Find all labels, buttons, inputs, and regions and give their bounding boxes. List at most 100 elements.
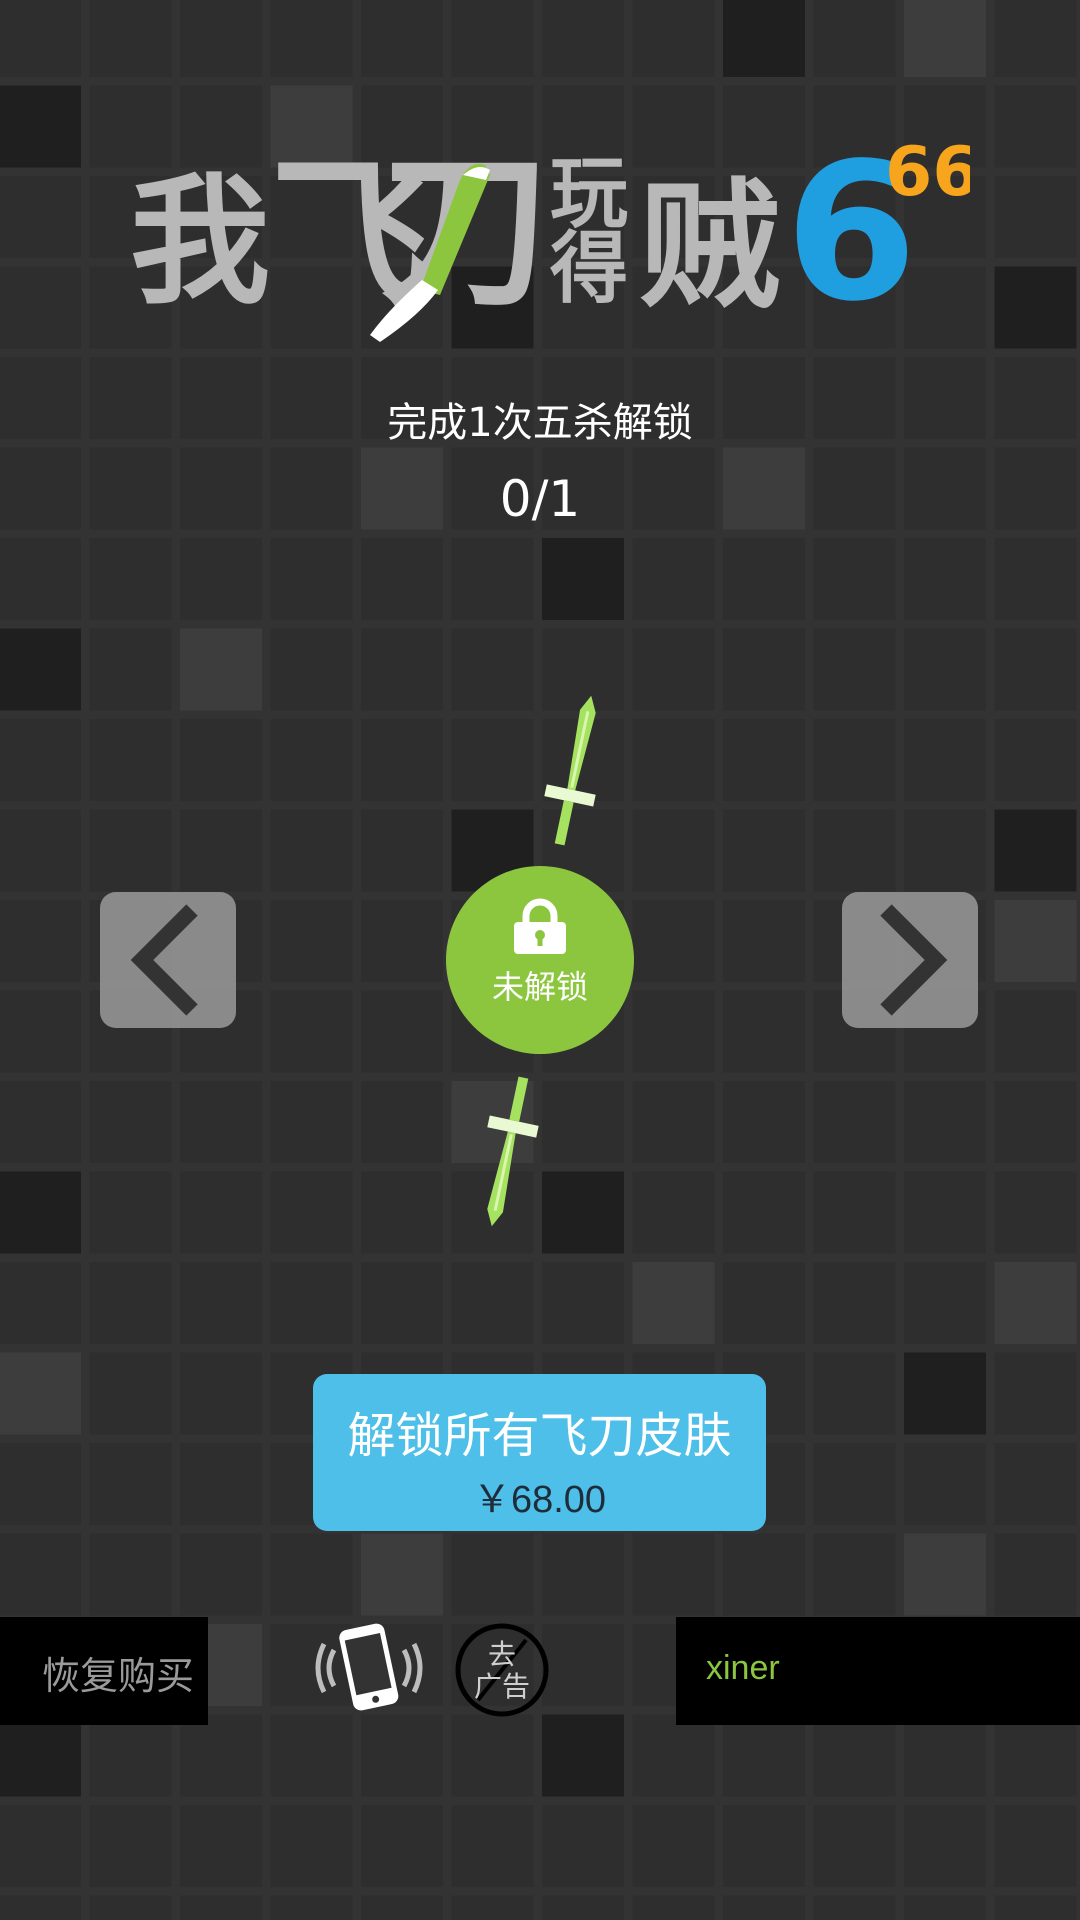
grid-tile [180, 719, 262, 801]
grid-tile [994, 628, 1077, 711]
unlock-all-price: ￥68.00 [472, 1479, 607, 1521]
skin-lock-badge: 未解锁 [446, 866, 634, 1054]
grid-tile [0, 0, 81, 77]
grid-tile [632, 719, 715, 801]
grid-tile [723, 1714, 805, 1797]
unlock-all-title: 解锁所有飞刀皮肤 [347, 1408, 732, 1464]
grid-tile [632, 1714, 715, 1797]
grid-tile [994, 900, 1077, 982]
grid-tile [180, 628, 262, 711]
player-info-panel: xiner [676, 1617, 1080, 1725]
grid-tile [0, 809, 81, 892]
restore-purchase-button[interactable]: 恢复购买 [0, 1617, 208, 1725]
remove-ads-button[interactable]: 去 广告 [454, 1622, 550, 1718]
grid-tile [904, 1352, 986, 1435]
grid-tile [813, 719, 896, 801]
grid-tile [542, 1624, 624, 1706]
grid-tile [632, 1081, 715, 1163]
grid-tile [904, 1895, 986, 1920]
grid-tile [632, 990, 715, 1073]
grid-tile [723, 990, 805, 1073]
grid-tile [451, 1805, 534, 1887]
grid-tile [361, 990, 443, 1073]
grid-tile [813, 1533, 896, 1616]
grid-tile [89, 0, 172, 77]
grid-tile [89, 809, 172, 892]
grid-tile [89, 1895, 172, 1920]
grid-tile [451, 628, 534, 711]
grid-tile [994, 1895, 1077, 1920]
grid-tile [813, 1443, 896, 1525]
grid-tile [0, 719, 81, 801]
grid-tile [994, 266, 1077, 349]
grid-tile [632, 900, 715, 982]
grid-tile [904, 628, 986, 711]
grid-tile [361, 538, 443, 620]
grid-tile [632, 1262, 715, 1344]
grid-tile [632, 809, 715, 892]
grid-tile [904, 1081, 986, 1163]
grid-tile [994, 990, 1077, 1073]
grid-tile [180, 1895, 262, 1920]
chevron-left-icon [130, 904, 198, 1016]
grid-tile [904, 1443, 986, 1525]
grid-tile [0, 628, 81, 711]
grid-tile [180, 1171, 262, 1254]
grid-tile [904, 0, 986, 77]
grid-tile [542, 0, 624, 77]
grid-tile [0, 538, 81, 620]
grid-tile [994, 1171, 1077, 1254]
grid-tile [361, 1805, 443, 1887]
grid-tile [361, 1895, 443, 1920]
grid-tile [723, 1895, 805, 1920]
grid-tile [89, 1081, 172, 1163]
knife-bottom-icon [487, 1076, 539, 1227]
grid-tile [180, 538, 262, 620]
grid-tile [89, 1533, 172, 1616]
grid-tile [0, 1171, 81, 1254]
logo-char-1: 我 [130, 161, 270, 324]
grid-tile [813, 1262, 896, 1344]
grid-tile [0, 85, 81, 168]
grid-tile [994, 0, 1077, 77]
grid-tile [904, 719, 986, 801]
grid-tile [994, 1352, 1077, 1435]
grid-tile [361, 0, 443, 77]
grid-tile [361, 900, 443, 982]
grid-tile [904, 809, 986, 892]
grid-tile [542, 1533, 624, 1616]
grid-tile [0, 1533, 81, 1616]
grid-tile [723, 1533, 805, 1616]
lock-status-label: 未解锁 [491, 968, 588, 1006]
grid-tile [270, 628, 353, 711]
grid-tile [542, 1081, 624, 1163]
grid-tile [632, 1895, 715, 1920]
grid-tile [180, 0, 262, 77]
next-skin-button[interactable] [842, 892, 978, 1028]
grid-tile [89, 538, 172, 620]
grid-tile [813, 809, 896, 892]
grid-tile [451, 0, 534, 77]
grid-tile [361, 628, 443, 711]
grid-tile [813, 1714, 896, 1797]
grid-tile [904, 1714, 986, 1797]
prev-skin-button[interactable] [100, 892, 236, 1028]
grid-tile [813, 538, 896, 620]
unlock-progress-counter: 0/1 [499, 470, 581, 528]
grid-tile [270, 1262, 353, 1344]
unlock-all-skins-button[interactable]: 解锁所有飞刀皮肤 ￥68.00 [313, 1374, 766, 1531]
grid-tile [180, 1443, 262, 1525]
grid-tile [180, 1352, 262, 1435]
logo-char-6: 贼 [640, 166, 780, 329]
grid-tile [723, 809, 805, 892]
unlock-requirement-text: 完成1次五杀解锁 [387, 400, 693, 446]
grid-tile [0, 1443, 81, 1525]
grid-tile [994, 1081, 1077, 1163]
grid-tile [270, 990, 353, 1073]
grid-tile [632, 1533, 715, 1616]
grid-tile [89, 1171, 172, 1254]
vibrate-phone-icon[interactable] [312, 1620, 426, 1716]
grid-tile [542, 1714, 624, 1797]
grid-tile [180, 1533, 262, 1616]
grid-tile [0, 1081, 81, 1163]
